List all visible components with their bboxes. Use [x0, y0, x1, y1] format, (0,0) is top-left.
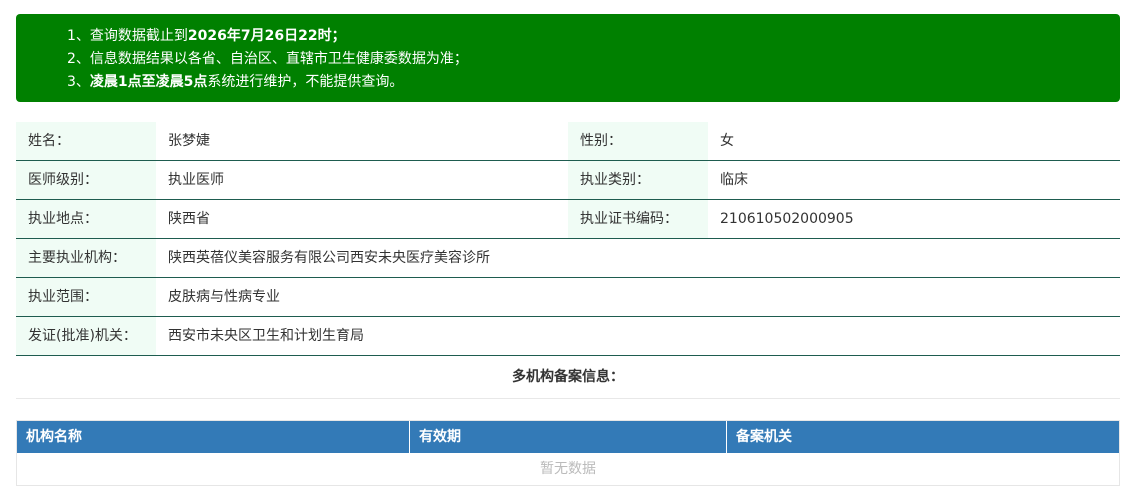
info-row-name-gender: 姓名： 张梦婕 性别： 女 [16, 122, 1120, 161]
name-label: 姓名： [16, 122, 156, 160]
info-row-location-cert: 执业地点： 陕西省 执业证书编码： 210610502000905 [16, 200, 1120, 239]
info-row-issuer: 发证(批准)机关： 西安市未央区卫生和计划生育局 [16, 317, 1120, 356]
notice-banner: 1、查询数据截止到2026年7月26日22时； 2、信息数据结果以各省、自治区、… [16, 14, 1120, 102]
column-header-institution-name[interactable]: 机构名称 [17, 421, 410, 453]
notice-line-3-hours: 凌晨1点至凌晨5点 [89, 74, 208, 90]
notice-line-2-text: 2、信息数据结果以各省、自治区、直辖市卫生健康委数据为准； [67, 51, 468, 67]
notice-line-2: 2、信息数据结果以各省、自治区、直辖市卫生健康委数据为准； [67, 48, 1120, 71]
column-header-filing-authority[interactable]: 备案机关 [727, 421, 1119, 453]
level-label: 医师级别： [16, 161, 156, 199]
level-value: 执业医师 [168, 172, 224, 188]
scope-label: 执业范围： [16, 278, 156, 316]
table-header: 机构名称 有效期 备案机关 [17, 421, 1119, 453]
multi-institution-table: 机构名称 有效期 备案机关 暂无数据 [16, 420, 1120, 486]
empty-state-text: 暂无数据 [540, 461, 596, 477]
notice-line-1-prefix: 1、查询数据截止到 [67, 28, 188, 44]
scope-value: 皮肤病与性病专业 [168, 289, 280, 305]
notice-line-1: 1、查询数据截止到2026年7月26日22时； [67, 25, 1120, 48]
name-value: 张梦婕 [168, 133, 210, 149]
cert-number-label: 执业证书编码： [568, 200, 708, 238]
location-label: 执业地点： [16, 200, 156, 238]
category-label: 执业类别： [568, 161, 708, 199]
issuer-value: 西安市未央区卫生和计划生育局 [168, 328, 364, 344]
column-header-validity[interactable]: 有效期 [410, 421, 727, 453]
info-row-scope: 执业范围： 皮肤病与性病专业 [16, 278, 1120, 317]
gender-label: 性别： [568, 122, 708, 160]
location-value: 陕西省 [168, 211, 210, 227]
institution-value: 陕西英蓓仪美容服务有限公司西安未央医疗美容诊所 [168, 250, 490, 266]
notice-line-1-date: 2026年7月26日22时； [187, 28, 346, 44]
category-value: 临床 [720, 172, 748, 188]
cert-number-value: 210610502000905 [720, 211, 854, 227]
issuer-label: 发证(批准)机关： [16, 317, 156, 355]
institution-label: 主要执业机构： [16, 239, 156, 277]
notice-line-3-suffix: 系统进行维护，不能提供查询。 [207, 74, 404, 90]
info-row-institution: 主要执业机构： 陕西英蓓仪美容服务有限公司西安未央医疗美容诊所 [16, 239, 1120, 278]
notice-line-3-prefix: 3、 [67, 74, 90, 90]
doctor-info-table: 姓名： 张梦婕 性别： 女 医师级别： 执业医师 执业类别： 临床 执业地点： … [16, 122, 1120, 356]
info-row-level-category: 医师级别： 执业医师 执业类别： 临床 [16, 161, 1120, 200]
notice-line-3: 3、凌晨1点至凌晨5点系统进行维护，不能提供查询。 [67, 71, 1120, 94]
multi-institution-title: 多机构备案信息： [16, 356, 1120, 399]
gender-value: 女 [720, 133, 734, 149]
